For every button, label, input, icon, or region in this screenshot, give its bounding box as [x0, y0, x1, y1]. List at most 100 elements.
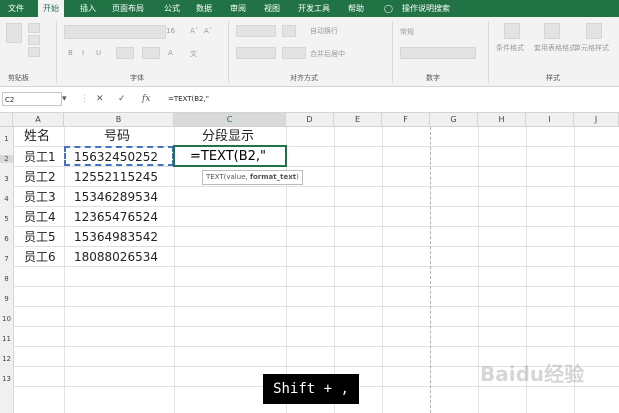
row-header[interactable]: 4 [0, 195, 13, 203]
cell-c2-edit-text[interactable]: =TEXT(B2," [190, 148, 266, 166]
row-header[interactable]: 2 [0, 155, 13, 163]
cell-b3[interactable]: 12552115245 [74, 168, 158, 186]
tab-help[interactable]: 帮助 [348, 0, 364, 17]
tab-page-layout[interactable]: 页面布局 [112, 0, 144, 17]
cell-a4[interactable]: 员工3 [24, 188, 56, 206]
gridline [174, 127, 175, 413]
cell-a5[interactable]: 员工4 [24, 208, 56, 226]
cut-icon[interactable] [28, 23, 40, 33]
paste-icon[interactable] [6, 23, 22, 43]
tab-review[interactable]: 审阅 [230, 0, 246, 17]
group-divider [228, 21, 229, 83]
gridline [13, 166, 619, 167]
column-header-j[interactable]: J [574, 113, 619, 126]
gridline [13, 226, 619, 227]
gridline [13, 246, 619, 247]
bold-icon[interactable]: B [68, 49, 73, 57]
row-header[interactable]: 8 [0, 275, 13, 283]
name-box[interactable]: C2 [2, 92, 62, 106]
insert-function-icon[interactable]: fx [142, 93, 150, 105]
table-format-icon[interactable] [544, 23, 560, 39]
cell-styles-button[interactable]: 单元格样式 [574, 43, 609, 53]
tab-developer[interactable]: 开发工具 [298, 0, 330, 17]
row-header[interactable]: 6 [0, 235, 13, 243]
gridline [382, 127, 383, 413]
select-all-corner[interactable] [0, 113, 13, 126]
font-color-icon[interactable]: A [168, 49, 173, 57]
conditional-format-button[interactable]: 条件格式 [496, 43, 524, 53]
chevron-down-icon[interactable]: ▾ [62, 93, 67, 105]
font-size-dropdown[interactable]: 16 [166, 27, 175, 35]
row-header[interactable]: 7 [0, 255, 13, 263]
tab-insert[interactable]: 插入 [80, 0, 96, 17]
tab-formulas[interactable]: 公式 [164, 0, 180, 17]
formula-input[interactable]: =TEXT(B2," [168, 93, 209, 105]
copy-icon[interactable] [28, 35, 40, 45]
row-header[interactable]: 11 [0, 335, 13, 343]
format-as-table-button[interactable]: 套用表格格式 [534, 43, 576, 53]
column-header-e[interactable]: E [334, 113, 382, 126]
column-header-f[interactable]: F [382, 113, 430, 126]
cell-a6[interactable]: 员工5 [24, 228, 56, 246]
number-format-dropdown[interactable]: 常规 [400, 27, 414, 37]
column-header-b[interactable]: B [64, 113, 174, 126]
tell-me-search[interactable]: 操作说明搜索 [402, 0, 450, 17]
shrink-font-icon[interactable]: Aˇ [204, 27, 212, 35]
row-header[interactable]: 9 [0, 295, 13, 303]
cell-a2[interactable]: 员工1 [24, 148, 56, 166]
column-header-d[interactable]: D [286, 113, 334, 126]
cell-b6[interactable]: 15364983542 [74, 228, 158, 246]
group-label-number: 数字 [426, 74, 440, 82]
enter-icon[interactable]: ✓ [118, 93, 126, 105]
format-painter-icon[interactable] [28, 47, 40, 57]
column-header-i[interactable]: I [526, 113, 574, 126]
gridline [13, 206, 619, 207]
row-header[interactable]: 5 [0, 215, 13, 223]
cell-a3[interactable]: 员工2 [24, 168, 56, 186]
fill-color-icon[interactable] [142, 47, 160, 59]
orientation-icon[interactable] [282, 25, 296, 37]
conditional-format-icon[interactable] [504, 23, 520, 39]
tooltip-function-text[interactable]: TEXT(value, [206, 173, 250, 181]
indent-icons[interactable] [282, 47, 306, 59]
cell-styles-icon[interactable] [586, 23, 602, 39]
cancel-icon[interactable]: ✕ [96, 93, 104, 105]
cell-c1[interactable]: 分段显示 [202, 128, 254, 146]
cell-b4[interactable]: 15346289534 [74, 188, 158, 206]
italic-icon[interactable]: I [82, 49, 84, 57]
tab-data[interactable]: 数据 [196, 0, 212, 17]
vertical-align-icons[interactable] [236, 25, 276, 37]
underline-icon[interactable]: U [96, 49, 101, 57]
number-format-icons[interactable] [400, 47, 476, 59]
lightbulb-icon: ◯ [384, 4, 393, 13]
row-header[interactable]: 1 [0, 135, 13, 143]
cell-b5[interactable]: 12365476524 [74, 208, 158, 226]
cell-a7[interactable]: 员工6 [24, 248, 56, 266]
merge-center-button[interactable]: 合并后居中 [310, 49, 345, 59]
column-header-h[interactable]: H [478, 113, 526, 126]
tooltip-argument[interactable]: format_text [250, 173, 296, 181]
phonetic-icon[interactable]: 文 [190, 49, 197, 59]
cell-b7[interactable]: 18088026534 [74, 248, 158, 266]
cell-b1[interactable]: 号码 [104, 128, 130, 146]
tab-view[interactable]: 视图 [264, 0, 280, 17]
font-name-dropdown[interactable] [64, 25, 166, 39]
wrap-text-button[interactable]: 自动换行 [310, 26, 338, 36]
column-header-a[interactable]: A [13, 113, 64, 126]
grow-font-icon[interactable]: Aˆ [190, 27, 198, 35]
cell-b2[interactable]: 15632450252 [74, 148, 158, 166]
cell-a1[interactable]: 姓名 [24, 128, 50, 146]
tab-file[interactable]: 文件 [8, 0, 24, 17]
border-icon[interactable] [116, 47, 134, 59]
gridline [13, 326, 619, 327]
group-divider [488, 21, 489, 83]
row-header[interactable]: 10 [0, 315, 13, 323]
horizontal-align-icons[interactable] [236, 47, 276, 59]
row-header[interactable]: 13 [0, 375, 13, 383]
row-header[interactable]: 12 [0, 355, 13, 363]
column-header-c[interactable]: C [174, 113, 286, 126]
gridline [13, 286, 619, 287]
column-header-g[interactable]: G [430, 113, 478, 126]
row-header[interactable]: 3 [0, 175, 13, 183]
tab-home[interactable]: 开始 [38, 0, 64, 17]
